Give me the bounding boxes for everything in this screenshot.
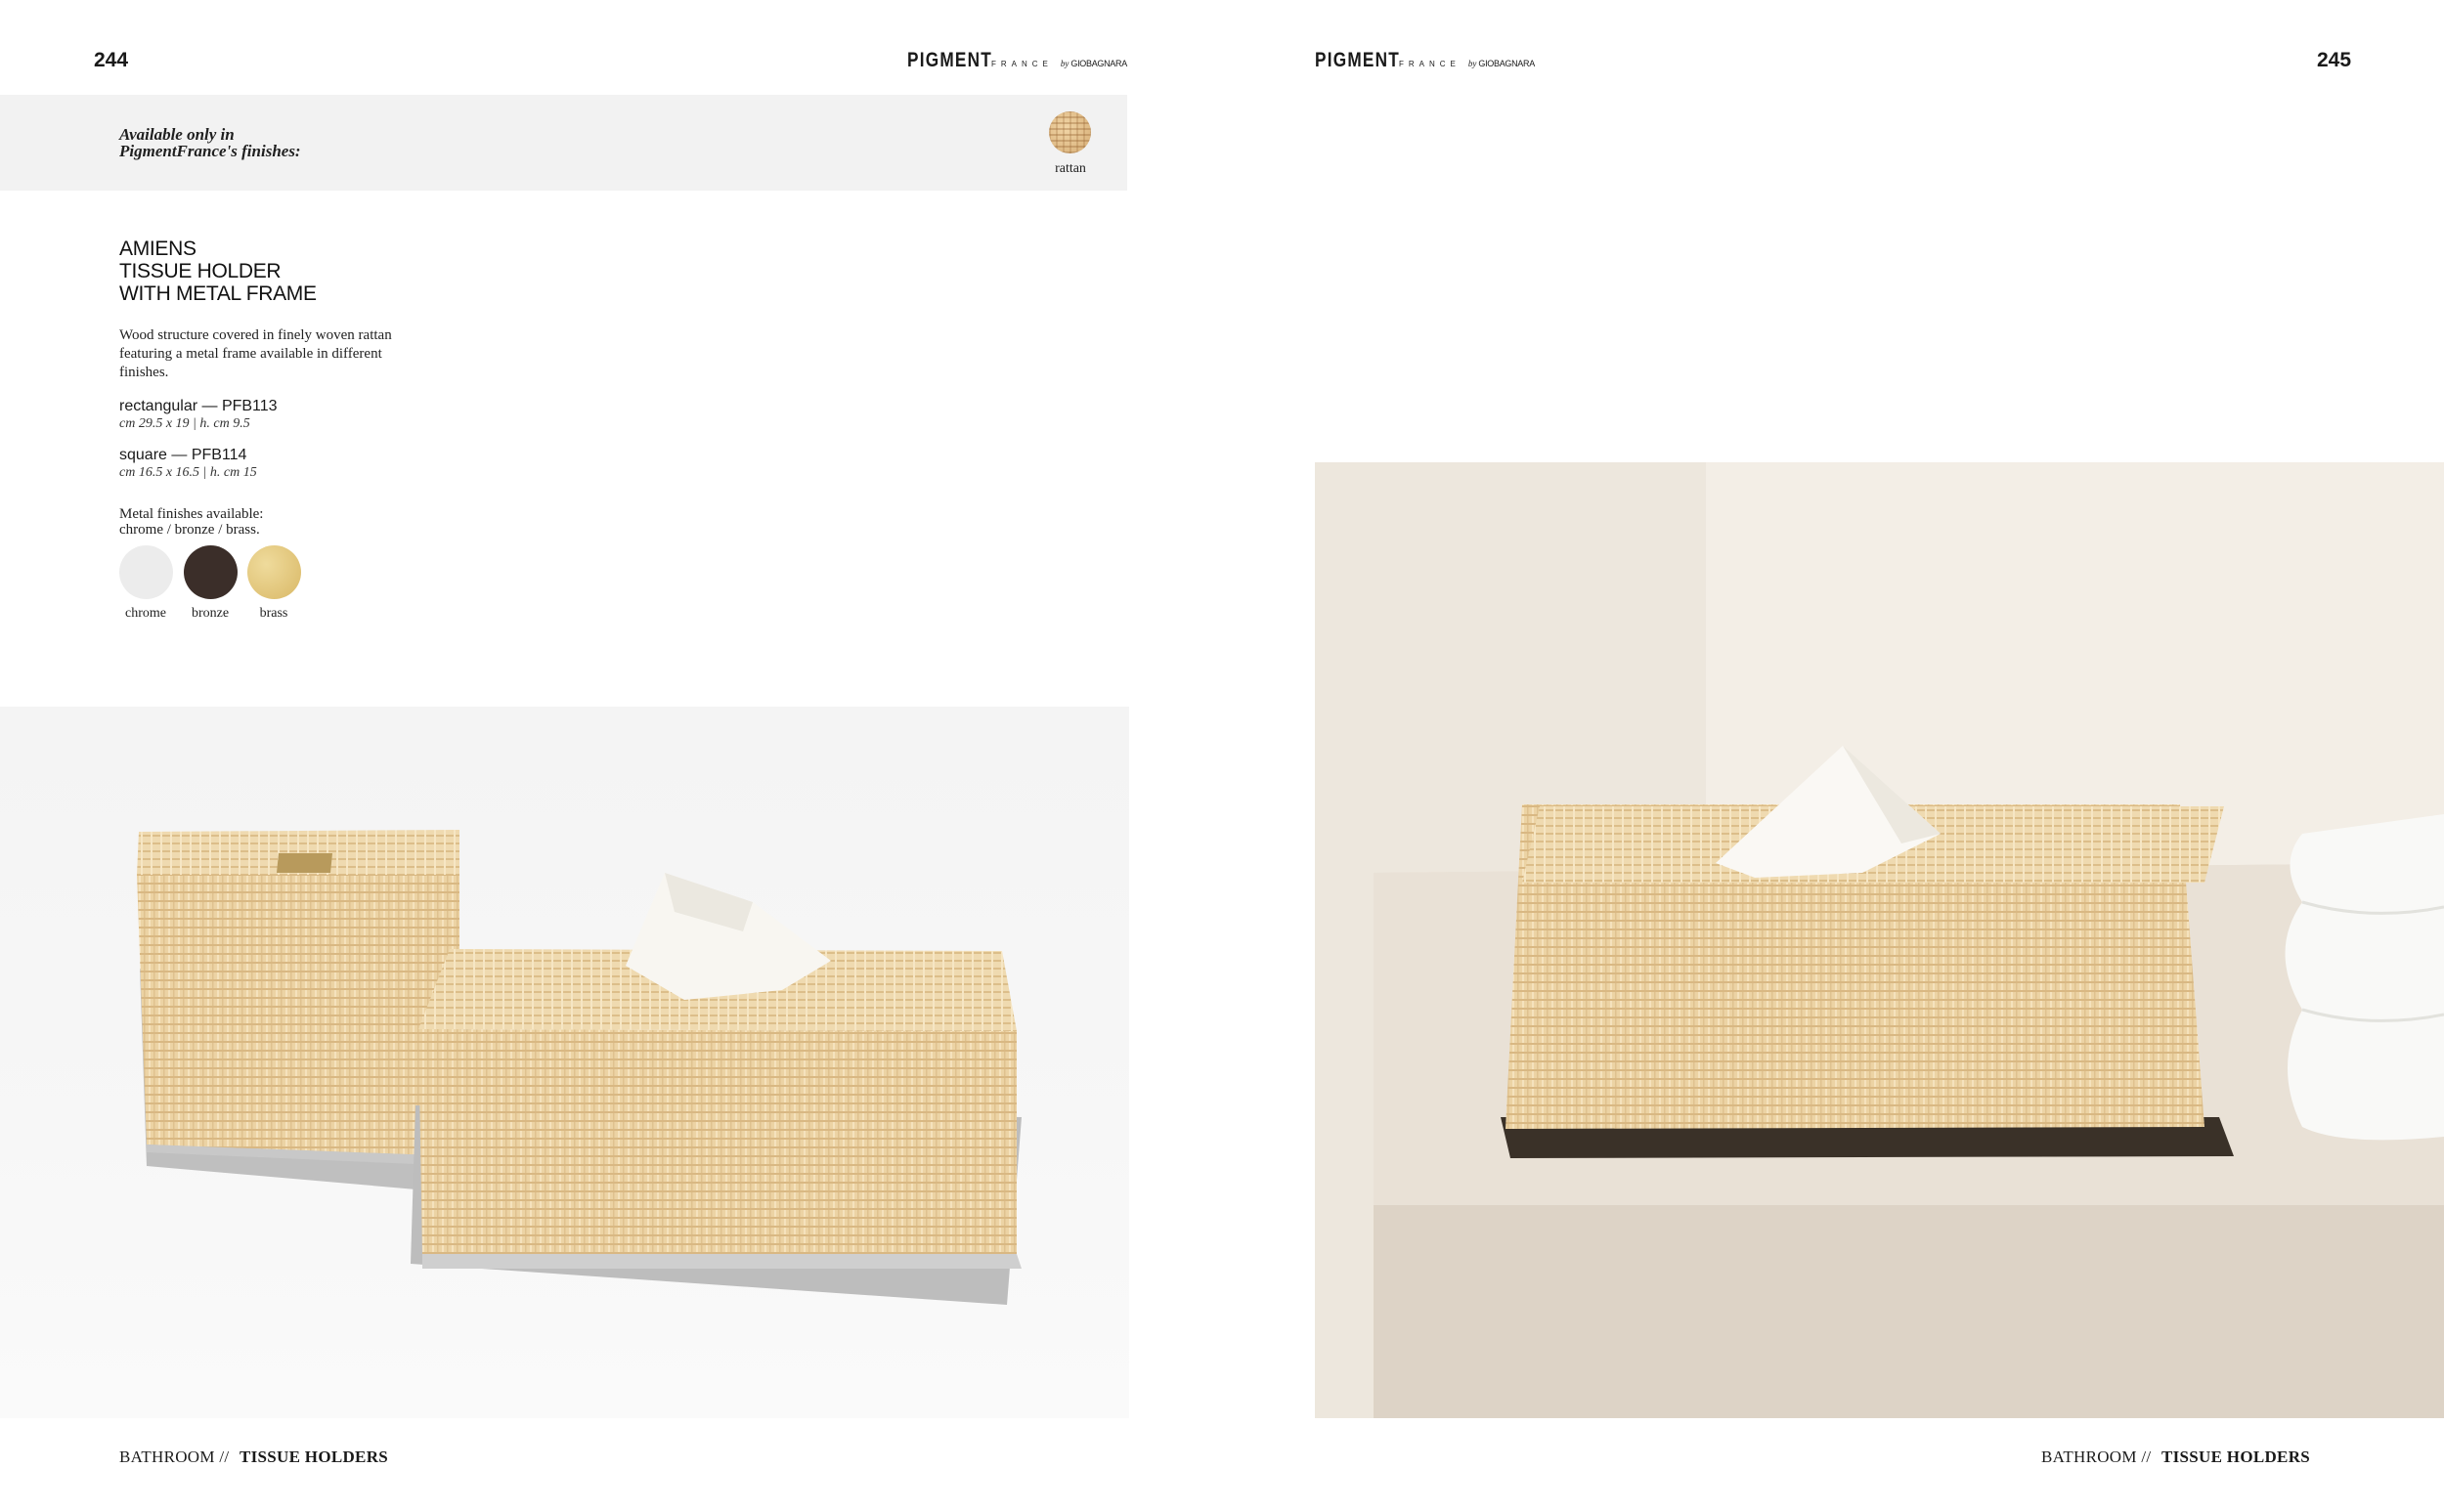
brand-by: by [1060,59,1069,68]
metal-finishes-label: Metal finishes available: chrome / bronz… [119,506,373,538]
rattan-finish-label: rattan [1055,161,1086,176]
footer-section: BATHROOM // [2041,1447,2152,1466]
brass-label: brass [259,606,288,621]
footer-section: BATHROOM // [119,1447,230,1466]
finishes-label-line2: PigmentFrance's finishes: [119,142,301,160]
footer-right: BATHROOM // TISSUE HOLDERS [2041,1447,2310,1467]
product-photo-right [1315,462,2444,1418]
footer-left: BATHROOM // TISSUE HOLDERS [119,1447,388,1467]
brand-name: PIGMENT [1315,49,1401,71]
brand-logo-right: PIGMENT FRANCE by GIOBAGNARA [1315,49,1535,72]
rattan-finish-swatch [1049,111,1091,153]
variant-name: rectangular — PFB113 [119,398,278,414]
tissue-holders-illustration [137,830,1022,1305]
metal-label-line2: chrome / bronze / brass. [119,522,260,538]
product-photo-left [0,707,1129,1418]
footer-category: TISSUE HOLDERS [239,1447,389,1466]
footer-category: TISSUE HOLDERS [2160,1447,2311,1466]
page-number-left: 244 [94,49,129,71]
variant-dimensions: cm 29.5 x 19 | h. cm 9.5 [119,416,250,431]
brand-by: by [1467,59,1477,68]
brand-maker: GIOBAGNARA [1070,59,1127,68]
page-number-right: 245 [2317,49,2352,71]
title-line-2: TISSUE HOLDER [119,260,282,282]
brand-name: PIGMENT [907,49,993,71]
variant-dimensions: cm 16.5 x 16.5 | h. cm 15 [119,465,257,480]
metal-label-line1: Metal finishes available: [119,506,264,522]
chrome-swatch [119,545,173,599]
variant-name: square — PFB114 [119,447,247,463]
title-line-1: AMIENS [119,238,196,260]
brand-sub: FRANCE [1399,60,1461,68]
brand-logo-left: PIGMENT FRANCE by GIOBAGNARA [907,49,1127,72]
brand-maker: GIOBAGNARA [1478,59,1535,68]
bronze-label: bronze [191,606,230,621]
finishes-band-label: Available only in PigmentFrance's finish… [119,126,413,159]
title-line-3: WITH METAL FRAME [119,282,317,305]
finishes-label-line1: Available only in [119,125,235,144]
chrome-label: chrome [125,606,166,621]
bronze-swatch [184,545,238,599]
brand-sub: FRANCE [991,60,1053,68]
product-description: Wood structure covered in finely woven r… [119,327,392,380]
brass-swatch [247,545,301,599]
tissue-holder-on-bench-illustration [1315,462,2444,1418]
variant-rectangular: rectangular — PFB113 cm 29.5 x 19 | h. c… [119,398,278,432]
variant-square: square — PFB114 cm 16.5 x 16.5 | h. cm 1… [119,447,257,481]
product-title: AMIENS TISSUE HOLDER WITH METAL FRAME [119,238,317,305]
